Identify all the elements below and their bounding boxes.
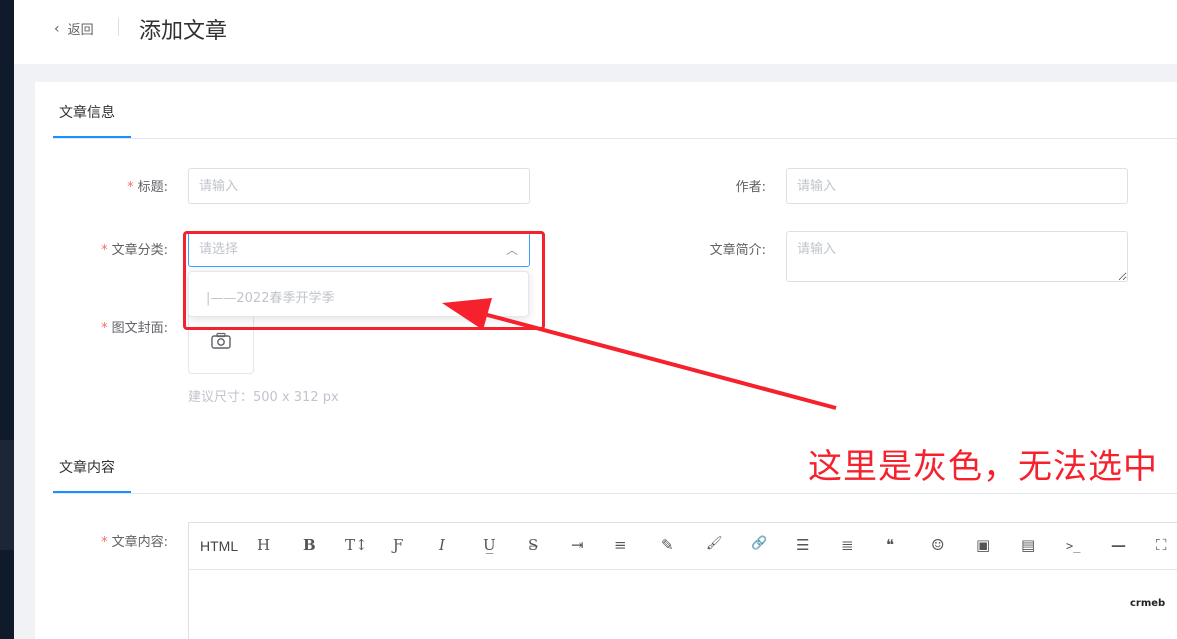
back-label: 返回: [67, 23, 94, 38]
author-label: 作者:: [735, 180, 766, 195]
sidebar-accent: [0, 440, 14, 550]
title-label: * 标题:: [127, 180, 168, 195]
bg-color-icon[interactable]: 🖌: [706, 536, 723, 551]
required-mark: *: [101, 243, 108, 258]
bold-icon[interactable]: B: [303, 536, 316, 554]
title-input[interactable]: [188, 168, 530, 204]
fullscreen-icon[interactable]: ⛶: [1156, 536, 1167, 554]
italic-icon[interactable]: I: [439, 536, 445, 554]
html-icon[interactable]: HTML: [200, 538, 238, 554]
page-header: ‹ 返回 添加文章: [14, 0, 1177, 64]
text-color-icon[interactable]: ✎: [661, 536, 674, 554]
summary-label: 文章简介:: [709, 243, 766, 258]
annotation-text: 这里是灰色，无法选中: [808, 447, 1158, 487]
emoji-icon[interactable]: ☺: [931, 536, 944, 554]
required-mark: *: [127, 180, 134, 195]
font-size-icon[interactable]: T↕: [345, 536, 368, 554]
section-divider: [53, 493, 1177, 494]
summary-textarea[interactable]: [786, 231, 1128, 282]
align-icon[interactable]: ≣: [841, 536, 854, 554]
section-divider: [53, 138, 1177, 139]
required-mark: *: [101, 321, 108, 336]
back-button[interactable]: ‹ 返回: [54, 19, 94, 39]
cover-size-hint: 建议尺寸：500 x 312 px: [188, 390, 339, 405]
camera-icon: [211, 332, 231, 349]
required-mark: *: [101, 535, 108, 550]
content-label: * 文章内容:: [101, 535, 168, 550]
line-height-icon[interactable]: ≡: [614, 536, 627, 554]
heading-icon[interactable]: H: [257, 536, 270, 554]
list-icon[interactable]: ☰: [796, 536, 809, 554]
tab-article-info[interactable]: 文章信息: [59, 102, 115, 122]
category-label: * 文章分类:: [101, 243, 168, 258]
font-family-icon[interactable]: Ƒ: [393, 536, 403, 554]
divider-icon[interactable]: —: [1111, 536, 1126, 554]
image-icon[interactable]: ▣: [976, 536, 990, 554]
underline-icon[interactable]: U̲: [483, 536, 496, 554]
author-input[interactable]: [786, 168, 1128, 204]
chevron-left-icon: ‹: [54, 20, 60, 37]
video-icon[interactable]: ▤: [1021, 536, 1035, 554]
editor-toolbar: HTML H B T↕ Ƒ I U̲ S̶ ⇥ ≡ ✎ 🖌 🔗 ☰ ≣ ❝ ☺ …: [189, 523, 1177, 570]
strikethrough-icon[interactable]: S̶: [528, 536, 538, 554]
page-title: 添加文章: [139, 19, 228, 44]
tab-article-content[interactable]: 文章内容: [59, 457, 115, 477]
link-icon[interactable]: 🔗: [751, 536, 767, 551]
rich-text-editor[interactable]: HTML H B T↕ Ƒ I U̲ S̶ ⇥ ≡ ✎ 🖌 🔗 ☰ ≣ ❝ ☺ …: [188, 522, 1177, 639]
watermark-logo: crmeb: [1130, 598, 1166, 609]
cover-label: * 图文封面:: [101, 321, 168, 336]
sidebar-strip: [0, 0, 14, 639]
highlight-box: [183, 231, 545, 330]
indent-icon[interactable]: ⇥: [571, 536, 584, 554]
quote-icon[interactable]: ❝: [886, 536, 894, 554]
code-icon[interactable]: >_: [1066, 539, 1080, 553]
header-divider: [118, 18, 119, 36]
